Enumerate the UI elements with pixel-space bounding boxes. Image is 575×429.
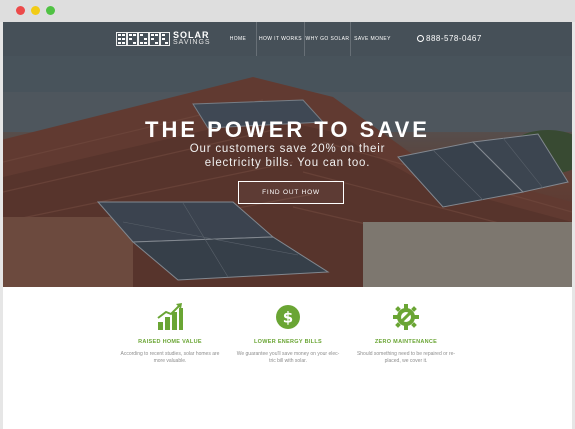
nav-save-money[interactable]: SAVE MONEY [350,22,394,56]
feature-description-line1: Should something need to be repaired or … [356,351,456,357]
feature-description-line2: tric bill with solar. [269,358,307,364]
dollar-circle-icon: $ [274,302,302,332]
solar-panel-grid-icon [116,32,170,46]
bar-chart-growth-icon [156,302,184,332]
nav-why-go-solar[interactable]: WHY GO SOLAR [304,22,350,56]
find-out-how-button[interactable]: FIND OUT HOW [238,181,344,204]
svg-text:$: $ [283,309,293,327]
minimize-window-button[interactable] [31,6,40,15]
feature-lower-energy-bills: $ LOWER ENERGY BILLS We guarantee you'll… [228,302,348,365]
phone-number-link[interactable]: 888-578-0467 [417,22,482,56]
hero-subhead-line2: electricity bills. You can too. [204,157,371,169]
feature-title: ZERO MAINTENANCE [374,339,438,345]
feature-description: Should something need to be repaired or … [346,351,466,365]
gear-wrench-icon [392,302,420,332]
close-window-button[interactable] [16,6,25,15]
feature-description-line1: According to recent studies, solar homes… [120,351,220,357]
browser-titlebar [0,0,575,22]
brand-name-line2: SAVINGS [173,39,211,46]
feature-zero-maintenance: ZERO MAINTENANCE Should something need t… [346,302,466,365]
phone-number: 888-578-0467 [426,34,482,43]
hero-headline: THE POWER TO SAVE [145,117,430,142]
top-navigation-bar: SOLAR SAVINGS HOME HOW IT WORKS WHY GO S… [3,22,572,56]
brand-logo[interactable]: SOLAR SAVINGS [116,29,211,49]
feature-title: RAISED HOME VALUE [138,339,202,345]
maximize-window-button[interactable] [46,6,55,15]
nav-how-it-works[interactable]: HOW IT WORKS [256,22,304,56]
hero-subhead: Our customers save 20% on their electric… [0,142,575,170]
hero-subhead-line1: Our customers save 20% on their [189,143,386,155]
phone-icon [417,35,424,42]
feature-description-line2: placed, we cover it. [384,358,428,364]
feature-description-line1: We guarantee you'll save money on your e… [236,351,340,357]
feature-raised-home-value: RAISED HOME VALUE According to recent st… [110,302,230,365]
feature-title: LOWER ENERGY BILLS [254,339,322,345]
feature-description: We guarantee you'll save money on your e… [228,351,348,365]
feature-description: According to recent studies, solar homes… [110,351,230,365]
feature-description-line2: more valuable. [153,358,187,364]
nav-home[interactable]: HOME [220,22,256,56]
